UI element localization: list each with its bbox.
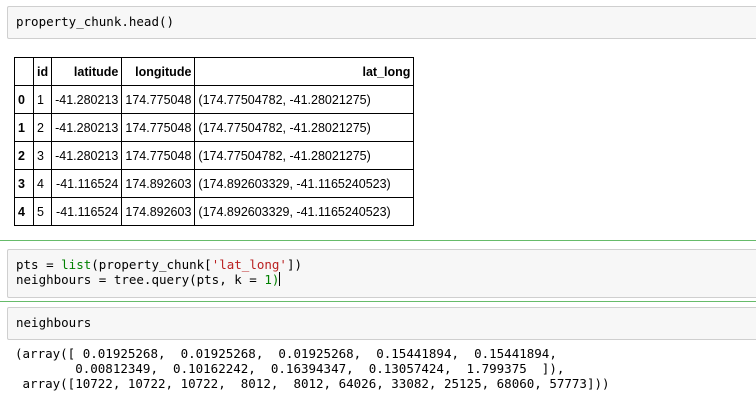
- column-header-id: id: [32, 57, 53, 86]
- cell-id: 3: [32, 141, 53, 170]
- cell-longitude: 174.775048: [121, 113, 196, 142]
- code-cell-head[interactable]: property_chunk.head(): [7, 6, 756, 39]
- cell-id: 4: [32, 169, 53, 198]
- column-header-longitude: longitude: [121, 57, 196, 86]
- code-cell-query[interactable]: pts = list(property_chunk['lat_long']) n…: [7, 249, 756, 298]
- cell-lat-long: (174.892603329, -41.1165240523): [194, 169, 415, 198]
- builtin-list: list: [61, 257, 92, 272]
- cell-longitude: 174.775048: [121, 141, 196, 170]
- row-index: 3: [14, 169, 34, 198]
- code-line: neighbours = tree.query(pts, k = 1): [16, 272, 281, 287]
- code-head[interactable]: property_chunk.head(): [16, 14, 174, 29]
- column-header-lat-long: lat_long: [194, 57, 415, 86]
- code-neighbours[interactable]: neighbours: [16, 315, 91, 330]
- cell-id: 2: [32, 113, 53, 142]
- cell-longitude: 174.775048: [121, 85, 196, 114]
- table-row: 1 2 -41.280213 174.775048 (174.77504782,…: [14, 113, 415, 142]
- code-line: pts = list(property_chunk['lat_long']): [16, 257, 303, 272]
- table-row: 2 3 -41.280213 174.775048 (174.77504782,…: [14, 141, 415, 170]
- cell-lat-long: (174.77504782, -41.28021275): [194, 85, 415, 114]
- cell-id: 5: [32, 197, 53, 226]
- code-query[interactable]: pts = list(property_chunk['lat_long']) n…: [16, 257, 302, 287]
- row-index: 1: [14, 113, 34, 142]
- cell-latitude: -41.116524: [51, 169, 123, 198]
- table-row: 0 1 -41.280213 174.775048 (174.77504782,…: [14, 85, 415, 114]
- code-cell-neighbours[interactable]: neighbours: [7, 307, 756, 340]
- cell-lat-long: (174.77504782, -41.28021275): [194, 113, 415, 142]
- number-literal: 1: [264, 272, 272, 287]
- cell-lat-long: (174.77504782, -41.28021275): [194, 141, 415, 170]
- cell-id: 1: [32, 85, 53, 114]
- cell-longitude: 174.892603: [121, 169, 196, 198]
- row-index: 0: [14, 85, 34, 114]
- string-literal: 'lat_long': [211, 257, 287, 272]
- table-row: 4 5 -41.116524 174.892603 (174.892603329…: [14, 197, 415, 226]
- cell-latitude: -41.116524: [51, 197, 123, 226]
- text-cursor: [279, 272, 281, 286]
- column-header-latitude: latitude: [51, 57, 123, 86]
- dataframe-output: id latitude longitude lat_long 0 1 -41.2…: [14, 57, 415, 226]
- cell-latitude: -41.280213: [51, 85, 123, 114]
- cell-longitude: 174.892603: [121, 197, 196, 226]
- cell-latitude: -41.280213: [51, 141, 123, 170]
- cell-lat-long: (174.892603329, -41.1165240523): [194, 197, 415, 226]
- table-row: 3 4 -41.116524 174.892603 (174.892603329…: [14, 169, 415, 198]
- neighbours-output: (array([ 0.01925268, 0.01925268, 0.01925…: [15, 346, 610, 391]
- column-header-index: [14, 57, 34, 86]
- table-header-row: id latitude longitude lat_long: [14, 57, 415, 86]
- cell-separator: [0, 240, 756, 241]
- row-index: 2: [14, 141, 34, 170]
- cell-latitude: -41.280213: [51, 113, 123, 142]
- cell-separator: [0, 301, 756, 302]
- row-index: 4: [14, 197, 34, 226]
